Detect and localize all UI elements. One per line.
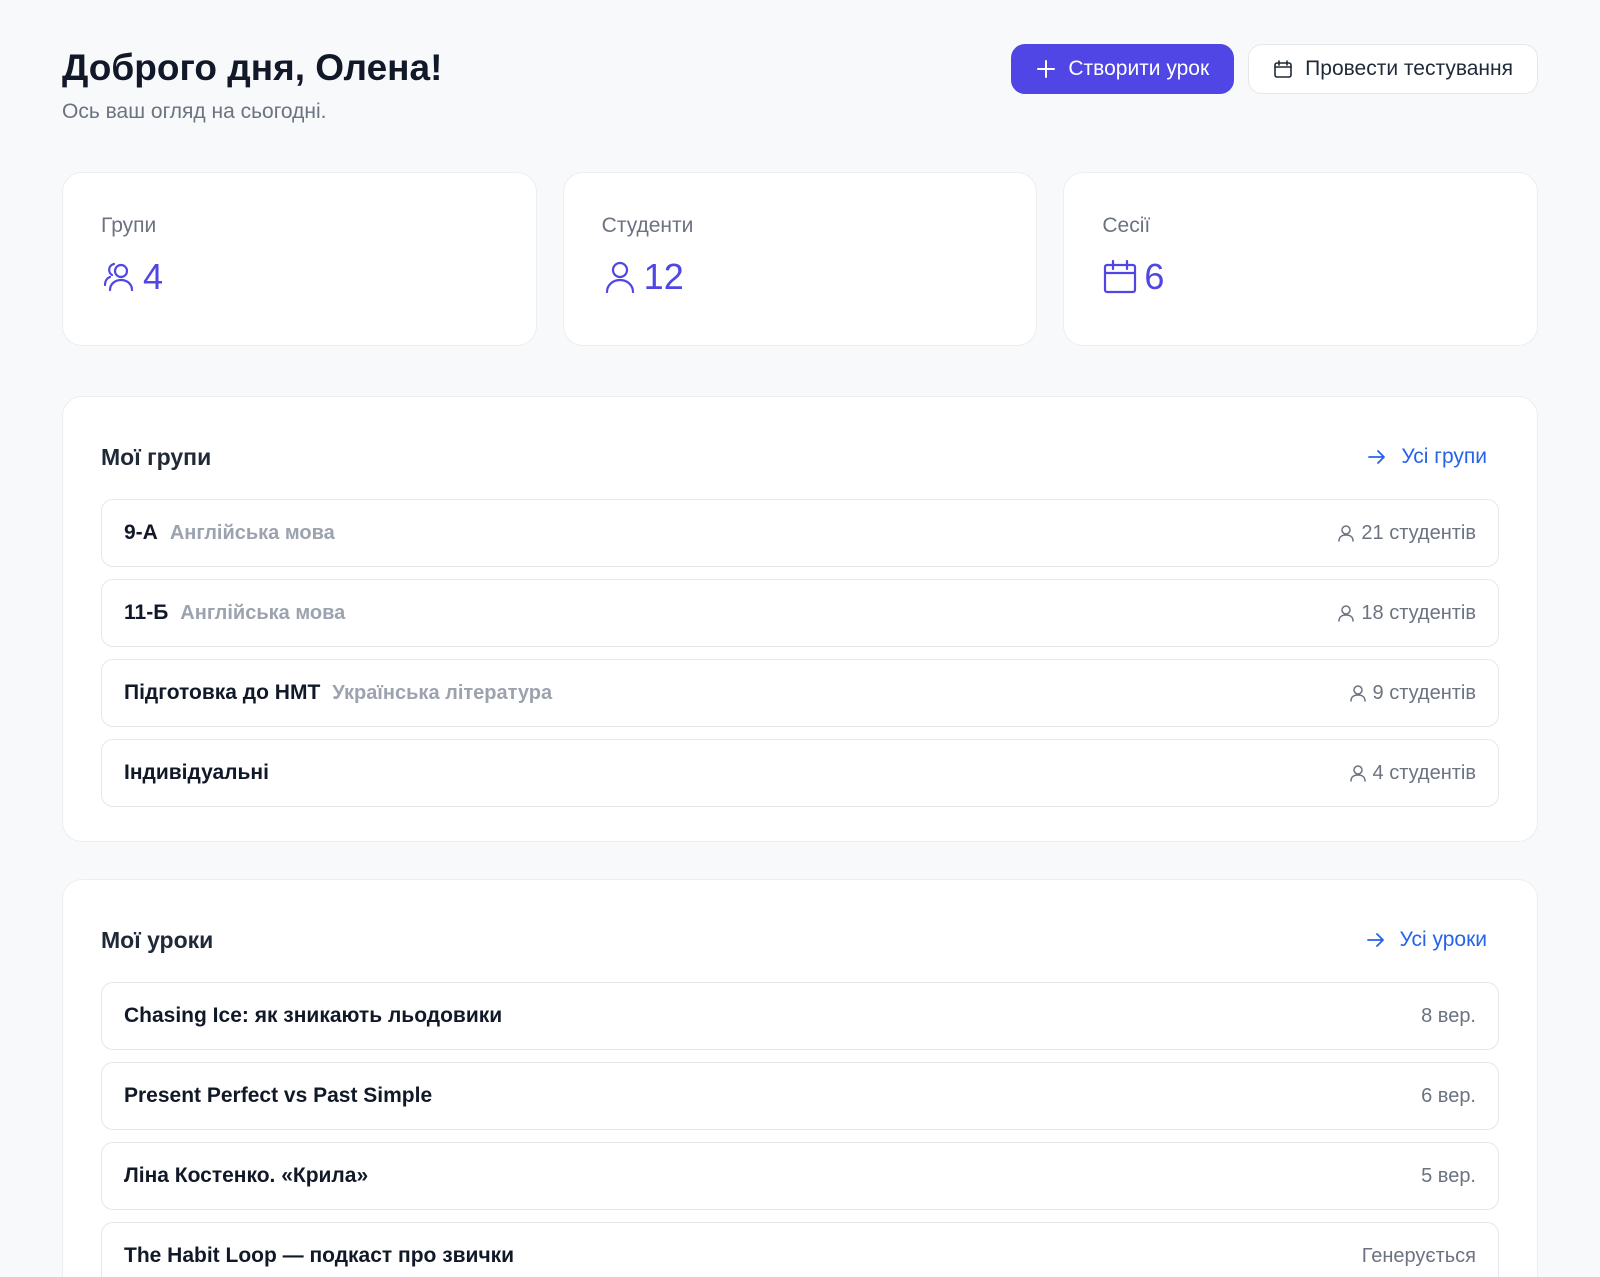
stat-value-row: 12 [602,255,999,299]
stat-card-groups: Групи 4 [62,172,537,346]
group-students-count: 4 студентів [1372,761,1476,784]
plus-icon [1037,60,1056,78]
stats-row: Групи 4 Студенти 12 Сесії 6 [62,172,1539,346]
group-students-count: 18 студентів [1361,601,1476,624]
lesson-row[interactable]: Present Perfect vs Past Simple 6 вер. [101,1062,1499,1130]
groups-card: Мої групи Усі групи 9-А Англійська мова … [62,396,1538,842]
group-students-count: 21 студентів [1361,521,1476,544]
group-row[interactable]: 11-Б Англійська мова 18 студентів [101,579,1499,647]
stat-value: 4 [143,256,164,297]
lesson-name: The Habit Loop — подкаст про звички [124,1244,515,1267]
user-icon [605,261,634,294]
group-info: 9-А Англійська мова [124,521,335,545]
stat-label: Групи [101,214,157,237]
lesson-row[interactable]: The Habit Loop — подкаст про звички Гене… [101,1222,1499,1277]
group-subject: Українська література [332,682,553,704]
group-row[interactable]: Підготовка до НМТ Українська література … [101,659,1499,727]
lesson-name: Ліна Костенко. «Крила» [124,1164,369,1187]
page-subtitle: Ось ваш огляд на сьогодні. [62,100,327,123]
all-groups-label: Усі групи [1401,445,1487,468]
group-students-count: 9 студентів [1372,681,1476,704]
lesson-date: 6 вер. [1421,1084,1476,1107]
all-groups-link[interactable]: Усі групи [1367,445,1499,469]
lesson-name: Chasing Ice: як зникають льодовики [124,1004,503,1027]
lesson-row[interactable]: Chasing Ice: як зникають льодовики 8 вер… [101,982,1499,1050]
stat-value-row: 6 [1102,255,1499,299]
arrow-right-icon [1366,933,1384,947]
group-row[interactable]: 9-А Англійська мова 21 студентів [101,499,1499,567]
user-icon [1338,605,1355,622]
user-icon [1349,685,1366,702]
user-icon [1338,525,1355,542]
stat-label: Студенти [601,214,694,237]
run-test-label: Провести тестування [1305,57,1513,80]
stat-card-students: Студенти 12 [562,172,1038,346]
group-name: Підготовка до НМТ [124,681,321,704]
lesson-name: Present Perfect vs Past Simple [124,1084,433,1107]
group-info: Індивідуальні [124,761,281,785]
group-name: 9-А [124,521,158,544]
all-lessons-link[interactable]: Усі уроки [1366,928,1499,952]
page-header: Доброго дня, Олена! Ось ваш огляд на сьо… [62,44,1538,134]
stat-value: 12 [643,256,684,297]
user-icon [1349,765,1366,782]
group-name: Індивідуальні [124,761,269,784]
group-info: 11-Б Англійська мова [124,601,345,625]
group-students: 9 студентів [1349,682,1476,705]
create-lesson-button[interactable]: Створити урок [1011,44,1235,94]
group-students: 21 студентів [1337,522,1476,545]
lessons-title: Мої уроки [101,926,214,953]
group-subject: Англійська мова [180,602,346,624]
lessons-card: Мої уроки Усі уроки Chasing Ice: як зник… [62,879,1538,1277]
lesson-date: 5 вер. [1421,1164,1476,1187]
stat-card-sessions: Сесії 6 [1063,172,1539,346]
stat-value-row: 4 [101,255,498,299]
group-row[interactable]: Індивідуальні 4 студентів [101,739,1499,807]
stat-value: 6 [1144,256,1165,297]
arrow-right-icon [1368,450,1386,464]
lesson-status: Генерується [1361,1244,1476,1267]
group-students: 18 студентів [1337,602,1476,625]
lesson-row[interactable]: Ліна Костенко. «Крила» 5 вер. [101,1142,1499,1210]
run-test-button[interactable]: Провести тестування [1248,44,1538,94]
group-info: Підготовка до НМТ Українська література [124,681,552,705]
lessons-card-header: Мої уроки Усі уроки [101,920,1499,960]
lesson-date: 8 вер. [1421,1004,1476,1027]
groups-title: Мої групи [101,443,212,470]
header-actions: Створити урок Провести тестування [1011,44,1538,94]
users-icon [103,262,134,292]
create-lesson-label: Створити урок [1068,57,1210,80]
group-subject: Англійська мова [169,522,335,544]
all-lessons-label: Усі уроки [1399,928,1487,951]
group-students: 4 студентів [1349,762,1476,785]
groups-card-header: Мої групи Усі групи [101,437,1499,477]
calendar-icon [1104,259,1137,294]
group-name: 11-Б [124,601,169,624]
calendar-icon [1274,60,1292,78]
stat-label: Сесії [1102,214,1151,237]
